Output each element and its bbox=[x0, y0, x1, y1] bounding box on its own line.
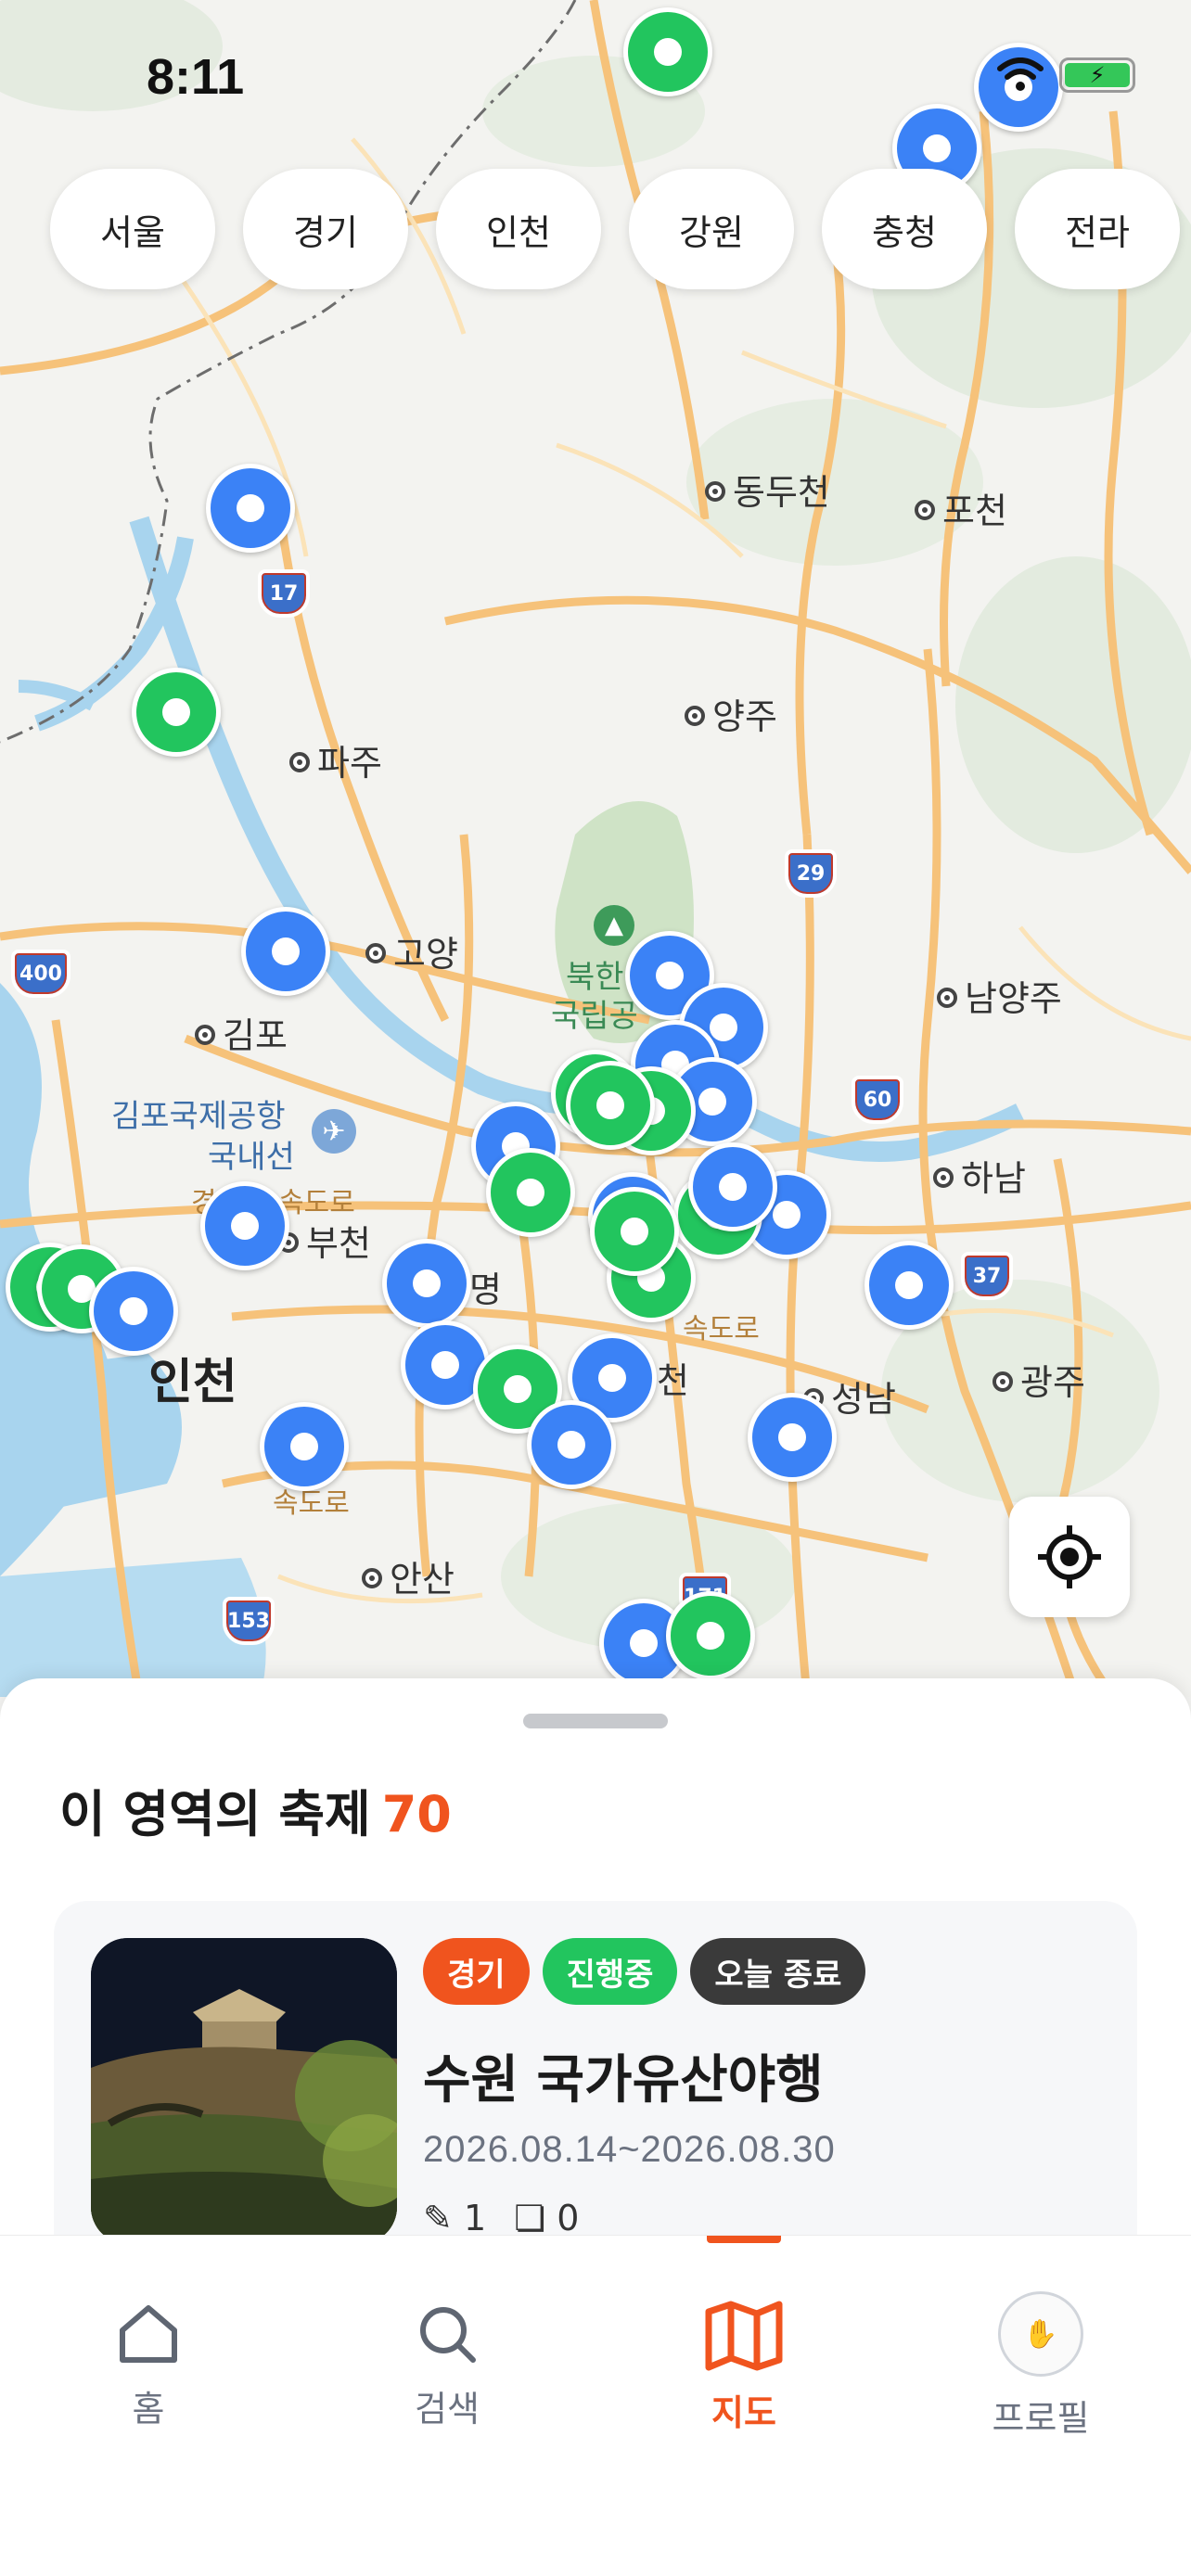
region-chip-jeolla[interactable]: 전라 bbox=[1015, 169, 1180, 289]
battery-icon: ⚡ bbox=[1059, 57, 1135, 93]
region-chip-incheon[interactable]: 인천 bbox=[436, 169, 601, 289]
highway-shield: 400 bbox=[11, 950, 70, 998]
avatar: ✋ bbox=[998, 2291, 1083, 2377]
festival-pin[interactable] bbox=[132, 668, 221, 757]
region-chip-gangwon[interactable]: 강원 bbox=[629, 169, 794, 289]
sheet-title: 이 영역의 축제 70 bbox=[59, 1773, 452, 1846]
search-icon bbox=[420, 2307, 476, 2363]
festival-pin[interactable] bbox=[566, 1061, 655, 1150]
status-icons: ⚡ bbox=[996, 57, 1135, 93]
tab-map[interactable]: 지도 bbox=[651, 2301, 837, 2435]
crosshair-icon bbox=[1038, 1525, 1101, 1588]
festival-pin[interactable] bbox=[200, 1181, 289, 1270]
region-chip-gyeonggi[interactable]: 경기 bbox=[243, 169, 408, 289]
festival-pin[interactable] bbox=[748, 1393, 837, 1482]
region-badge: 경기 bbox=[423, 1938, 530, 2005]
map-label-pocheon: 포천 bbox=[915, 482, 1007, 533]
festival-pin[interactable] bbox=[688, 1142, 777, 1231]
festival-pin[interactable] bbox=[590, 1187, 679, 1276]
festival-count: 70 bbox=[381, 1785, 452, 1843]
festival-pin[interactable] bbox=[527, 1400, 616, 1489]
ending-badge: 오늘 종료 bbox=[690, 1938, 866, 2005]
festival-pin[interactable] bbox=[864, 1241, 954, 1330]
map-label-gimpo-airport-1: 김포국제공항 bbox=[111, 1098, 286, 1135]
highway-shield: 37 bbox=[961, 1252, 1013, 1300]
bookmark-count: 0 bbox=[557, 2198, 580, 2238]
region-chip-chungcheong[interactable]: 충청 bbox=[822, 169, 987, 289]
home-icon bbox=[120, 2305, 177, 2363]
bottom-tab-bar: 홈 검색 지도 ✋ 프로필 bbox=[0, 2235, 1191, 2576]
map-label-gwangmyeong: 명 bbox=[469, 1269, 502, 1310]
festival-thumbnail bbox=[91, 1938, 397, 2244]
map-label-paju: 파주 bbox=[289, 734, 382, 785]
wifi-icon bbox=[997, 57, 1044, 91]
tab-profile[interactable]: ✋ 프로필 bbox=[948, 2291, 1133, 2441]
bookmark-icon: ❏ bbox=[514, 2198, 546, 2238]
edit-icon: ✎ bbox=[423, 2198, 453, 2238]
sheet-drag-handle[interactable] bbox=[523, 1714, 668, 1728]
status-badge: 진행중 bbox=[542, 1938, 678, 2005]
festival-pin[interactable] bbox=[241, 907, 330, 996]
festival-dates: 2026.08.14~2026.08.30 bbox=[423, 2129, 836, 2170]
highway-shield: 153 bbox=[223, 1597, 275, 1645]
map-label-expressway-4: 속도로 bbox=[683, 1313, 760, 1345]
festival-pin[interactable] bbox=[486, 1148, 575, 1237]
park-icon: ▲ bbox=[594, 905, 634, 946]
tab-search-label: 검색 bbox=[415, 2389, 480, 2429]
map-label-goyang: 고양 bbox=[365, 925, 458, 976]
highway-shield: 60 bbox=[852, 1076, 903, 1124]
map-label-incheon: 인천 bbox=[148, 1355, 237, 1410]
festival-pin[interactable] bbox=[260, 1402, 349, 1491]
tab-search[interactable]: 검색 bbox=[354, 2301, 540, 2431]
status-bar: 8:11 ⚡ bbox=[0, 0, 1191, 139]
current-location-button[interactable] bbox=[1009, 1497, 1130, 1617]
map-label-dongducheon: 동두천 bbox=[705, 464, 830, 515]
airport-icon: ✈ bbox=[312, 1109, 356, 1154]
map-label-bucheon: 부천 bbox=[278, 1215, 371, 1266]
tab-profile-label: 프로필 bbox=[992, 2398, 1090, 2439]
festival-pin[interactable] bbox=[666, 1591, 755, 1680]
map-label-gimpo: 김포 bbox=[195, 1007, 288, 1058]
highway-shield: 17 bbox=[258, 569, 310, 618]
festival-tags: 경기 진행중 오늘 종료 bbox=[423, 1938, 866, 2005]
region-chip-bar: 서울 경기 인천 강원 충청 전라 bbox=[50, 169, 1180, 289]
bookmark-stat: ❏ 0 bbox=[514, 2198, 579, 2238]
review-count: 1 bbox=[463, 2198, 487, 2238]
map-label-gimpo-airport-2: 국내선 bbox=[208, 1139, 295, 1176]
map-icon bbox=[705, 2301, 783, 2371]
hand-icon: ✋ bbox=[1023, 2317, 1058, 2351]
map-label-yangju: 양주 bbox=[685, 688, 777, 739]
review-stat: ✎ 1 bbox=[423, 2198, 486, 2238]
map-label-gwacheon: 천 bbox=[657, 1360, 689, 1401]
map-label-gwangju: 광주 bbox=[992, 1354, 1085, 1405]
status-time: 8:11 bbox=[147, 49, 245, 105]
festival-title: 수원 국가유산야행 bbox=[423, 2050, 824, 2111]
map-label-bukhan-park-2: 국립공 bbox=[551, 998, 638, 1035]
tab-home-label: 홈 bbox=[132, 2389, 165, 2429]
active-tab-indicator bbox=[707, 2236, 781, 2243]
tab-map-label: 지도 bbox=[711, 2392, 776, 2433]
festival-pin[interactable] bbox=[206, 464, 295, 553]
sheet-title-label: 이 영역의 축제 bbox=[59, 1785, 371, 1843]
festival-list-sheet: 이 영역의 축제 70 경기 진행중 오늘 종료 수원 국가유산야행 2026.0… bbox=[0, 1678, 1191, 2290]
region-chip-seoul[interactable]: 서울 bbox=[50, 169, 215, 289]
map-label-ansan: 안산 bbox=[362, 1550, 455, 1601]
festival-pin[interactable] bbox=[382, 1239, 471, 1328]
festival-card[interactable]: 경기 진행중 오늘 종료 수원 국가유산야행 2026.08.14~2026.0… bbox=[54, 1901, 1137, 2290]
festival-stats: ✎ 1 ❏ 0 bbox=[423, 2198, 579, 2238]
tab-home[interactable]: 홈 bbox=[56, 2301, 241, 2431]
map-label-namyangju: 남양주 bbox=[937, 970, 1062, 1021]
map-label-expressway-1: 속도로 bbox=[278, 1187, 355, 1219]
map-label-hanam: 하남 bbox=[933, 1150, 1026, 1201]
highway-shield: 29 bbox=[785, 849, 837, 898]
festival-pin[interactable] bbox=[89, 1267, 178, 1356]
